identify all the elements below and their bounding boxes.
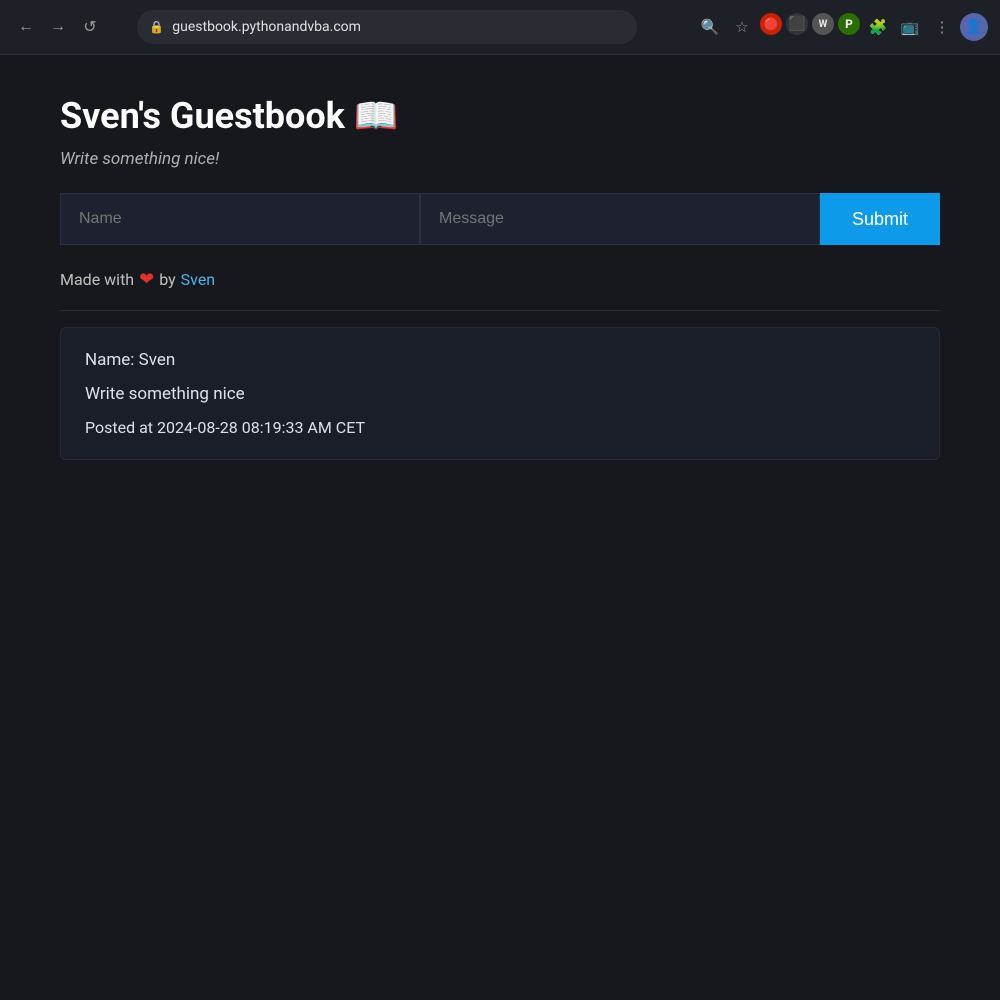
nav-buttons: ← → ↺ <box>12 13 104 41</box>
lock-icon: 🔒 <box>149 20 164 34</box>
attribution: Made with ❤ by Sven <box>60 269 940 290</box>
browser-chrome: ← → ↺ 🔒 guestbook.pythonandvba.com 🔍 ☆ 🔴… <box>0 0 1000 55</box>
entry-message: Write something nice <box>85 384 915 404</box>
submit-button[interactable]: Submit <box>820 193 940 245</box>
entry-name: Name: Sven <box>85 350 915 370</box>
reload-button[interactable]: ↺ <box>76 13 104 41</box>
book-emoji: 📖 <box>354 95 399 137</box>
reload-icon: ↺ <box>83 17 96 37</box>
extension-1-icon[interactable]: 🔴 <box>760 13 782 35</box>
entry-form: Submit <box>60 193 940 245</box>
url-text: guestbook.pythonandvba.com <box>172 19 361 35</box>
page-content: Sven's Guestbook 📖 Write something nice!… <box>0 55 1000 500</box>
forward-button[interactable]: → <box>44 13 72 41</box>
entry-card: Name: Sven Write something nice Posted a… <box>60 327 940 460</box>
made-with-text: Made with <box>60 270 134 289</box>
cast-button[interactable]: 📺 <box>896 13 924 41</box>
bookmark-button[interactable]: ☆ <box>728 13 756 41</box>
divider <box>60 310 940 311</box>
forward-icon: → <box>50 18 66 36</box>
back-icon: ← <box>18 18 34 36</box>
back-button[interactable]: ← <box>12 13 40 41</box>
subtitle: Write something nice! <box>60 149 940 169</box>
extension-2-icon[interactable]: ⬛ <box>786 13 808 35</box>
menu-button[interactable]: ⋮ <box>928 13 956 41</box>
profile-avatar[interactable]: 👤 <box>960 13 988 41</box>
puzzle-icon: 🧩 <box>869 18 888 36</box>
search-button[interactable]: 🔍 <box>696 13 724 41</box>
cast-icon: 📺 <box>901 18 920 36</box>
browser-actions: 🔍 ☆ 🔴 ⬛ W P 🧩 📺 ⋮ 👤 <box>696 13 988 41</box>
message-input[interactable] <box>420 193 820 245</box>
extensions-button[interactable]: 🧩 <box>864 13 892 41</box>
extension-4-icon[interactable]: P <box>838 13 860 35</box>
heart-icon: ❤ <box>139 269 154 290</box>
entry-timestamp: Posted at 2024-08-28 08:19:33 AM CET <box>85 418 915 437</box>
by-text: by <box>159 270 175 289</box>
page-title: Sven's Guestbook 📖 <box>60 95 940 137</box>
extension-3-icon[interactable]: W <box>812 13 834 35</box>
search-icon: 🔍 <box>701 18 720 36</box>
star-icon: ☆ <box>735 18 748 36</box>
menu-icon: ⋮ <box>934 18 949 36</box>
address-bar[interactable]: 🔒 guestbook.pythonandvba.com <box>137 10 637 44</box>
author-link[interactable]: Sven <box>181 270 215 289</box>
name-input[interactable] <box>60 193 420 245</box>
